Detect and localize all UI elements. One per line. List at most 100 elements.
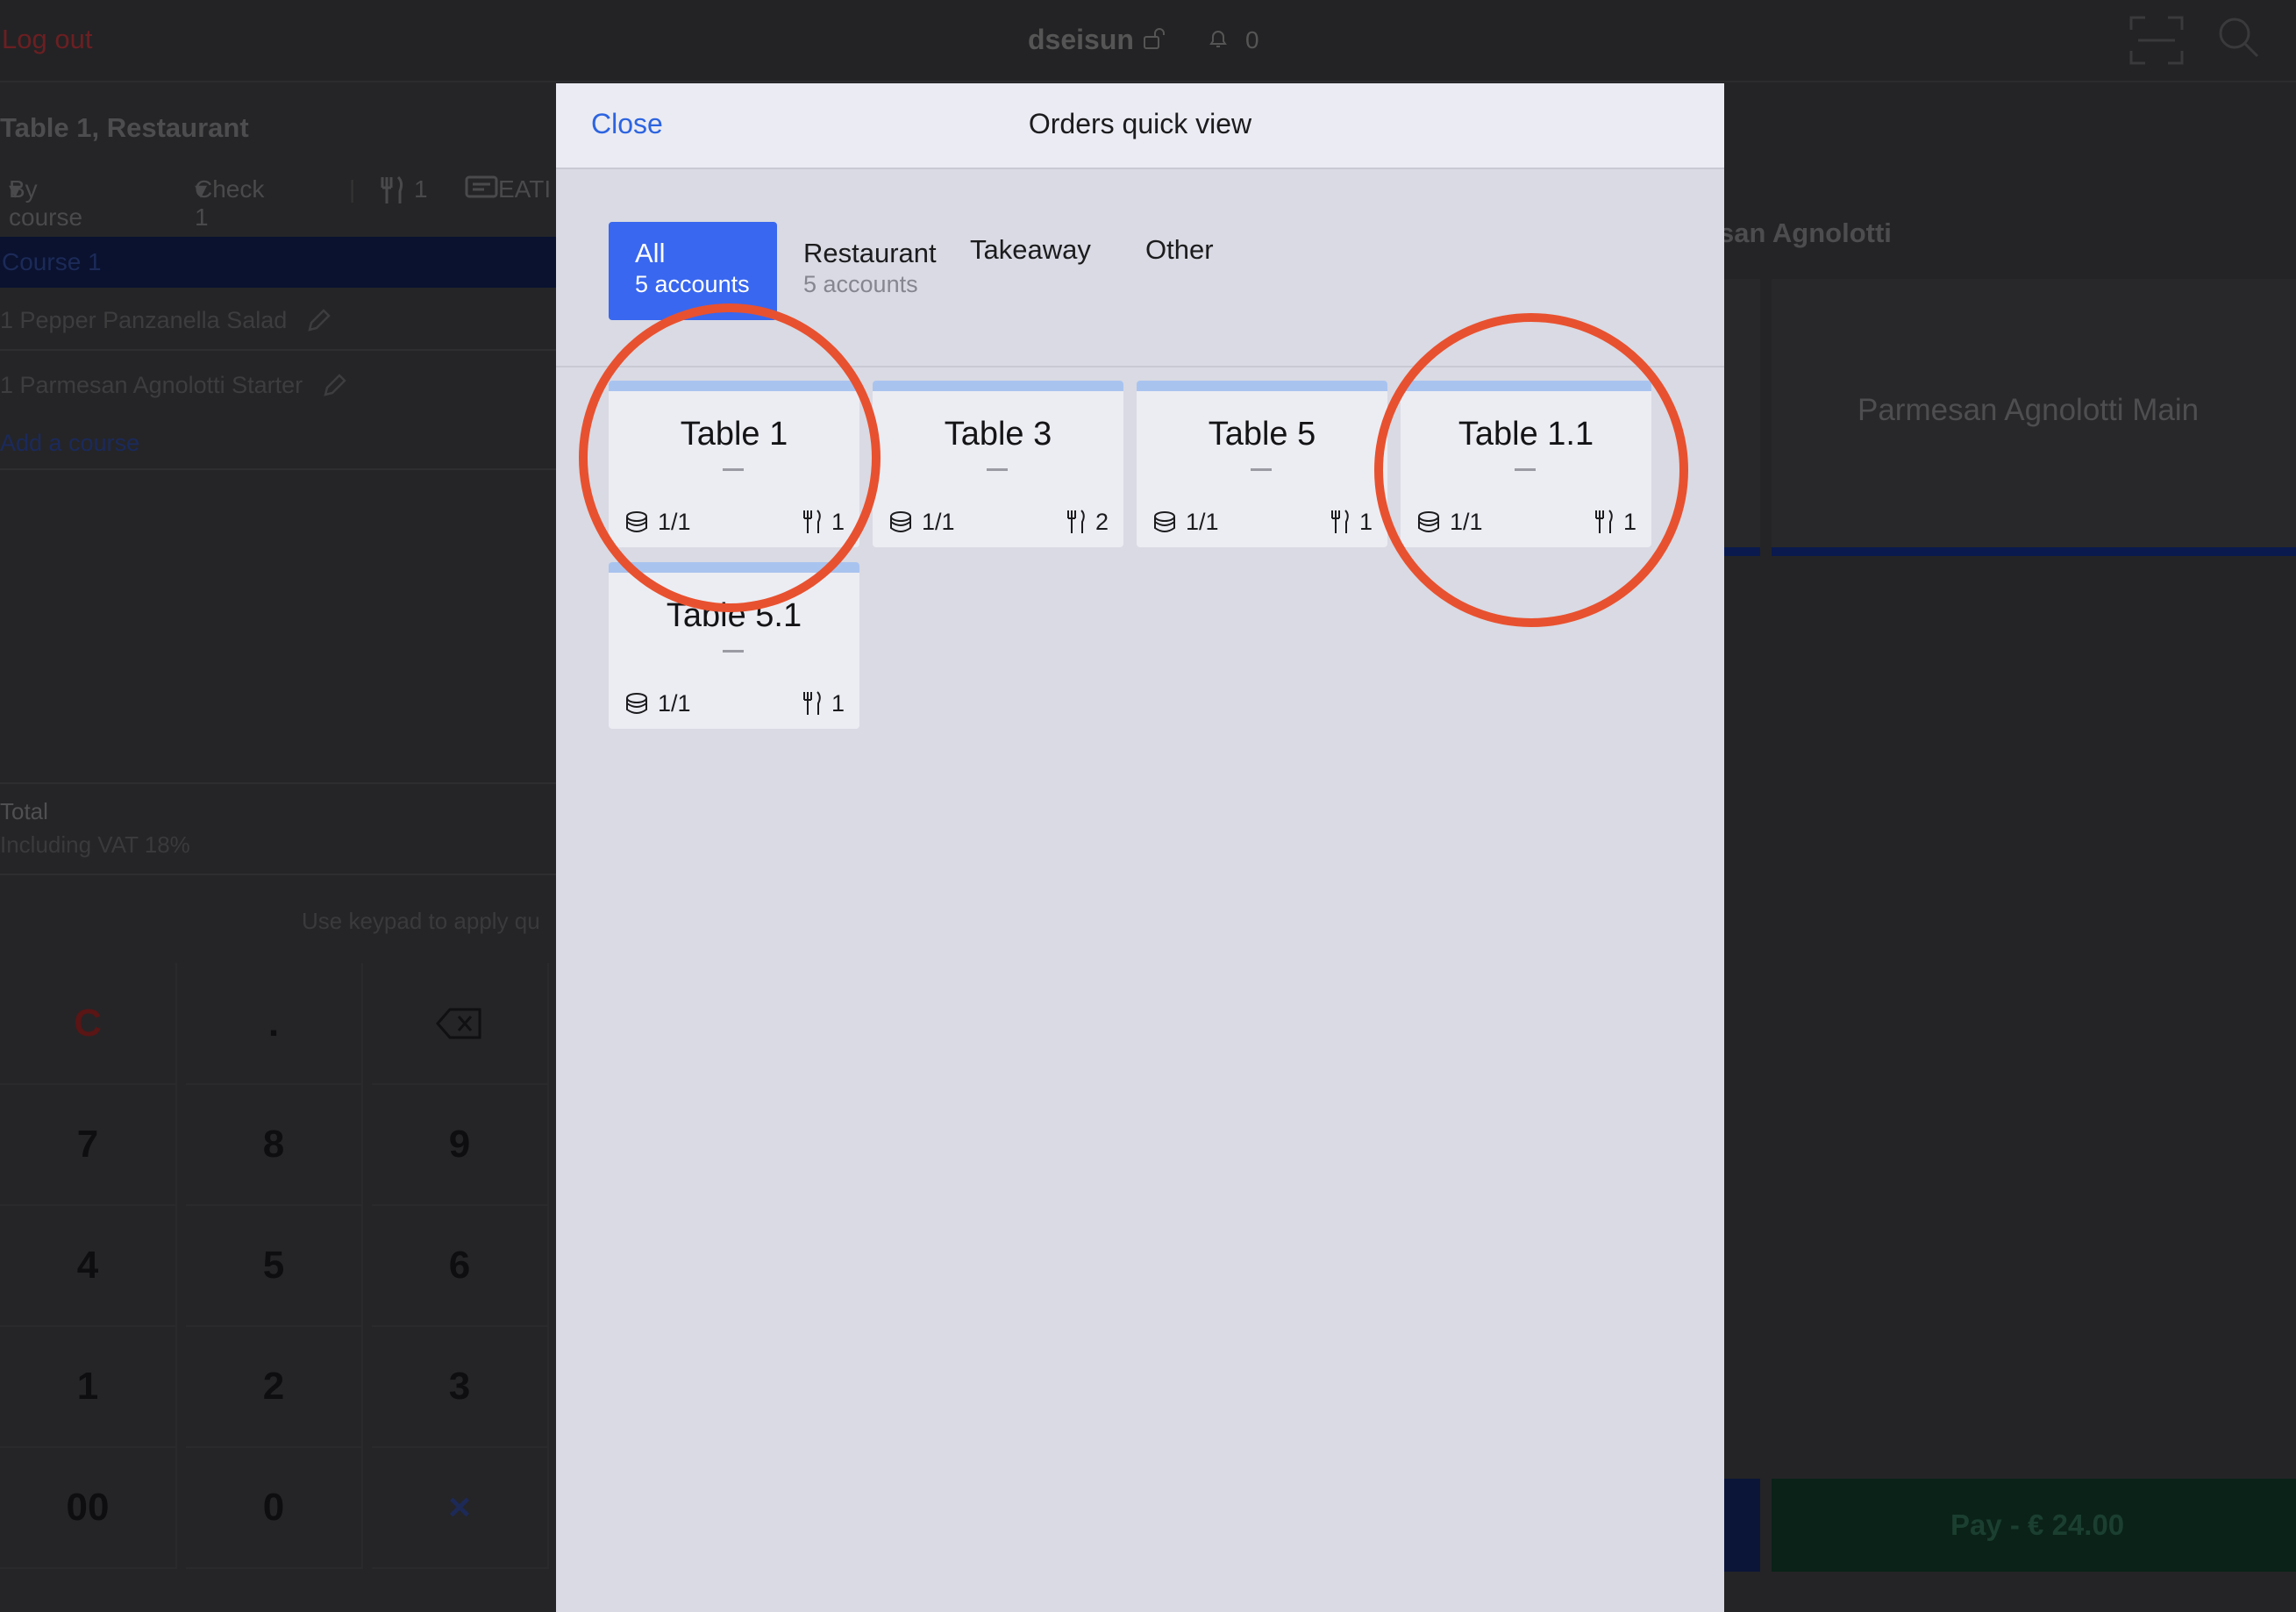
table-card[interactable]: Table 5 1/1 1 [1137,381,1387,547]
top-bar: Log out dseisun 0 [0,0,2296,82]
pay-button-label: Pay - € 24.00 [1950,1509,2125,1541]
view-mode-label: By course [9,175,83,231]
table-name: Table 5.1 [666,597,802,634]
status-bar [609,381,859,391]
guest-count: 1 [831,509,845,535]
course-row[interactable]: Course 1 [0,237,556,288]
search-icon[interactable] [2217,16,2261,60]
divider [0,874,556,875]
tab-label: All [635,238,666,268]
product-name: Parmesan Agnolotti Main [1857,393,2200,427]
tab-restaurant[interactable]: Restaurant 5 accounts [777,222,944,320]
username-label: dseisun [1028,24,1134,55]
tab-label: Other [1145,234,1214,265]
cutlery-icon [803,691,821,715]
status-bar [873,381,1123,391]
key-4[interactable]: 4 [0,1205,177,1327]
coins-icon [1154,511,1175,532]
order-controls: By course ▾ Check 1 ▾ | 1 EATI [9,175,552,231]
notification-count: 0 [1245,26,1259,53]
guest-count: 1 [1359,509,1373,535]
edit-icon[interactable] [306,307,332,333]
multiply-key[interactable]: × [372,1447,549,1569]
table-name: Table 1 [680,416,788,453]
modal-title: Orders quick view [1028,108,1252,139]
tab-all[interactable]: All 5 accounts [609,222,777,320]
backspace-key[interactable] [372,963,549,1085]
order-title: Table 1, Restaurant [0,112,249,143]
status-bar [609,562,859,573]
key-2[interactable]: 2 [186,1326,363,1448]
cutlery-icon [1067,510,1085,533]
key-00[interactable]: 00 [0,1447,177,1569]
action-button[interactable] [1719,1479,1760,1572]
cutlery-icon [1595,510,1613,533]
tab-label: Restaurant [803,238,937,268]
key-3[interactable]: 3 [372,1326,549,1448]
guests-count: 1 [414,175,428,203]
key-9[interactable]: 9 [372,1084,549,1206]
check-dropdown[interactable]: Check 1 ▾ [195,175,264,231]
divider [0,782,556,784]
dash [1251,468,1272,471]
eat-in-label: EATI [498,175,552,203]
logout-button[interactable]: Log out [2,24,92,55]
tab-other[interactable]: Other [1119,222,1242,320]
coins-icon [626,511,647,532]
paid-count: 1/1 [922,509,955,535]
vat-label: Including VAT 18% [0,831,190,858]
product-card[interactable] [1719,279,1760,556]
edit-icon[interactable] [322,372,348,398]
table-name: Table 5 [1208,416,1316,453]
total-label: Total [0,798,48,824]
key-6[interactable]: 6 [372,1205,549,1327]
scan-icon[interactable] [2129,16,2184,65]
course-label: Course 1 [2,248,102,275]
receipt-icon [465,175,498,198]
order-item[interactable]: 1 Parmesan Agnolotti Starter [0,372,556,399]
check-label: Check 1 [195,175,265,231]
pay-button[interactable]: Pay - € 24.00 [1772,1479,2296,1572]
order-item[interactable]: 1 Pepper Panzanella Salad [0,307,556,334]
modal-header: Close Orders quick view [556,83,1724,169]
dash [723,650,744,653]
key-5[interactable]: 5 [186,1205,363,1327]
paid-count: 1/1 [658,509,691,535]
product-group-title: san Agnolotti [1719,218,1892,248]
tab-count: 5 accounts [635,271,750,297]
tab-takeaway[interactable]: Takeaway [944,222,1119,320]
key-1[interactable]: 1 [0,1326,177,1448]
key-8[interactable]: 8 [186,1084,363,1206]
divider [0,349,556,351]
product-card[interactable]: Parmesan Agnolotti Main [1772,279,2296,556]
divider [556,366,1724,367]
table-name: Table 3 [944,416,1052,453]
table-card[interactable]: Table 5.1 1/1 1 [609,562,859,729]
table-card[interactable]: Table 1.1 1/1 1 [1401,381,1651,547]
add-course-link[interactable]: Add a course [0,430,139,457]
divider [0,468,556,470]
coins-icon [890,511,911,532]
unlock-icon[interactable] [1143,27,1166,50]
order-item-label: 1 Parmesan Agnolotti Starter [0,372,303,398]
decimal-key[interactable]: . [186,963,363,1085]
tab-count: 5 accounts [803,271,918,297]
keypad-hint: Use keypad to apply qu [302,908,540,934]
status-bar [1401,381,1651,391]
bell-icon[interactable] [1207,27,1230,50]
view-mode-dropdown[interactable]: By course ▾ [9,175,82,231]
eat-in-button[interactable]: EATI [465,175,551,203]
guests-button[interactable]: 1 [379,175,428,206]
key-7[interactable]: 7 [0,1084,177,1206]
guest-count: 1 [831,690,845,717]
table-name: Table 1.1 [1458,416,1594,453]
paid-count: 1/1 [1186,509,1219,535]
clear-key[interactable]: C [0,963,177,1085]
dash [987,468,1008,471]
numeric-keypad: C . 7 8 9 4 5 6 1 2 3 00 0 × [0,963,556,1612]
table-card[interactable]: Table 3 1/1 2 [873,381,1123,547]
dash [723,468,744,471]
key-0[interactable]: 0 [186,1447,363,1569]
table-card[interactable]: Table 1 1/1 1 [609,381,859,547]
coins-icon [626,693,647,714]
